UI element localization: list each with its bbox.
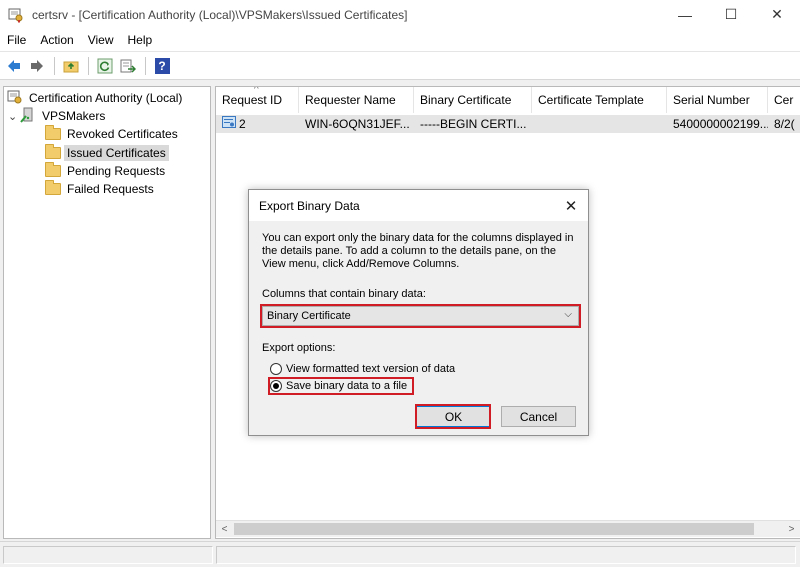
column-header-serial-number[interactable]: Serial Number [667, 87, 768, 113]
back-arrow-icon[interactable] [3, 55, 25, 77]
scroll-left-button[interactable]: < [216, 521, 233, 538]
folder-icon [45, 180, 61, 195]
dialog-title: Export Binary Data [249, 190, 588, 221]
column-header-request-id[interactable]: Request ID [216, 87, 299, 113]
folder-icon [45, 144, 61, 159]
tree-item-vpsmakers[interactable]: ⌄ VPSMakers [8, 107, 108, 125]
column-header-binary-certificate[interactable]: Binary Certificate [414, 87, 532, 113]
console-tree: Certification Authority (Local) ⌄ VPSMak… [3, 86, 211, 539]
tree-item-root[interactable]: Certification Authority (Local) [7, 89, 185, 107]
toolbar-separator [54, 56, 55, 75]
up-folder-icon[interactable] [60, 55, 82, 77]
toolbar-separator [88, 56, 89, 75]
forward-arrow-icon[interactable] [26, 55, 48, 77]
dialog-description-line: You can export only the binary data for … [262, 232, 574, 244]
ca-server-icon [20, 107, 36, 126]
status-segment [3, 546, 213, 564]
radio-button[interactable] [270, 363, 282, 375]
menu-action[interactable]: Action [33, 33, 80, 47]
tree-item-failed-requests[interactable]: Failed Requests [45, 180, 157, 198]
tree-label: Certification Authority (Local) [29, 91, 183, 105]
tree-label: Pending Requests [67, 164, 166, 178]
dialog-close-button[interactable]: ✕ [560, 195, 582, 217]
cell-certificate-template [532, 115, 667, 133]
cell-cer: 8/2( [774, 117, 795, 131]
highlight-box [260, 304, 581, 328]
certificate-authority-icon [7, 89, 23, 108]
close-window-button[interactable]: ✕ [754, 0, 800, 29]
tree-label: Failed Requests [67, 182, 154, 196]
highlight-box [268, 377, 414, 395]
menu-file[interactable]: File [0, 33, 33, 47]
dialog-description-line: the details pane. To add a column to the… [262, 245, 556, 257]
minimize-button[interactable]: — [662, 0, 708, 29]
title-bar: certsrv - [Certification Authority (Loca… [0, 0, 800, 29]
menu-help[interactable]: Help [121, 33, 160, 47]
tree-label: VPSMakers [42, 109, 106, 123]
toolbar-separator [145, 56, 146, 75]
certificate-icon [222, 116, 236, 132]
export-binary-data-dialog: Export Binary Data ✕ You can export only… [248, 189, 589, 436]
toolbar: ? [0, 51, 800, 80]
export-list-icon[interactable] [117, 55, 139, 77]
tree-item-issued-certificates[interactable]: Issued Certificates [45, 144, 169, 162]
horizontal-scrollbar[interactable]: < > [216, 520, 800, 537]
maximize-button[interactable]: ☐ [708, 0, 754, 29]
cell-binary-certificate: -----BEGIN CERTI... [420, 117, 527, 131]
column-header-cer[interactable]: Cer [768, 87, 800, 113]
window-title: certsrv - [Certification Authority (Loca… [32, 7, 408, 22]
refresh-icon[interactable] [94, 55, 116, 77]
dialog-description-line: View menu, click Add/Remove Columns. [262, 258, 460, 270]
help-icon[interactable]: ? [151, 55, 173, 77]
radio-view-formatted-text[interactable]: View formatted text version of data [270, 363, 455, 375]
tree-label: Revoked Certificates [67, 127, 178, 141]
folder-icon [45, 125, 61, 140]
chevron-down-icon[interactable]: ⌄ [8, 110, 20, 123]
cancel-button[interactable]: Cancel [501, 406, 576, 427]
highlight-box [415, 404, 491, 429]
cell-request-id: 2 [216, 115, 299, 133]
column-header-certificate-template[interactable]: Certificate Template [532, 87, 667, 113]
cell-requester-name: WIN-6OQN31JEF... [305, 117, 410, 131]
scroll-right-button[interactable]: > [783, 521, 800, 538]
column-header-requester-name[interactable]: Requester Name [299, 87, 414, 113]
scroll-thumb[interactable] [234, 523, 754, 535]
tree-item-pending-requests[interactable]: Pending Requests [45, 162, 168, 180]
cell-serial-number: 5400000002199... [673, 117, 768, 131]
menu-view[interactable]: View [81, 33, 121, 47]
certsrv-app-icon [8, 7, 24, 23]
radio-label: View formatted text version of data [286, 363, 456, 375]
status-bar [0, 541, 800, 567]
menu-bar: File Action View Help [0, 29, 800, 51]
export-options-label: Export options: [262, 342, 336, 354]
tree-label: Issued Certificates [64, 145, 169, 161]
columns-label: Columns that contain binary data: [262, 288, 426, 300]
folder-icon [45, 162, 61, 177]
status-segment [216, 546, 796, 564]
tree-item-revoked-certificates[interactable]: Revoked Certificates [45, 125, 181, 143]
